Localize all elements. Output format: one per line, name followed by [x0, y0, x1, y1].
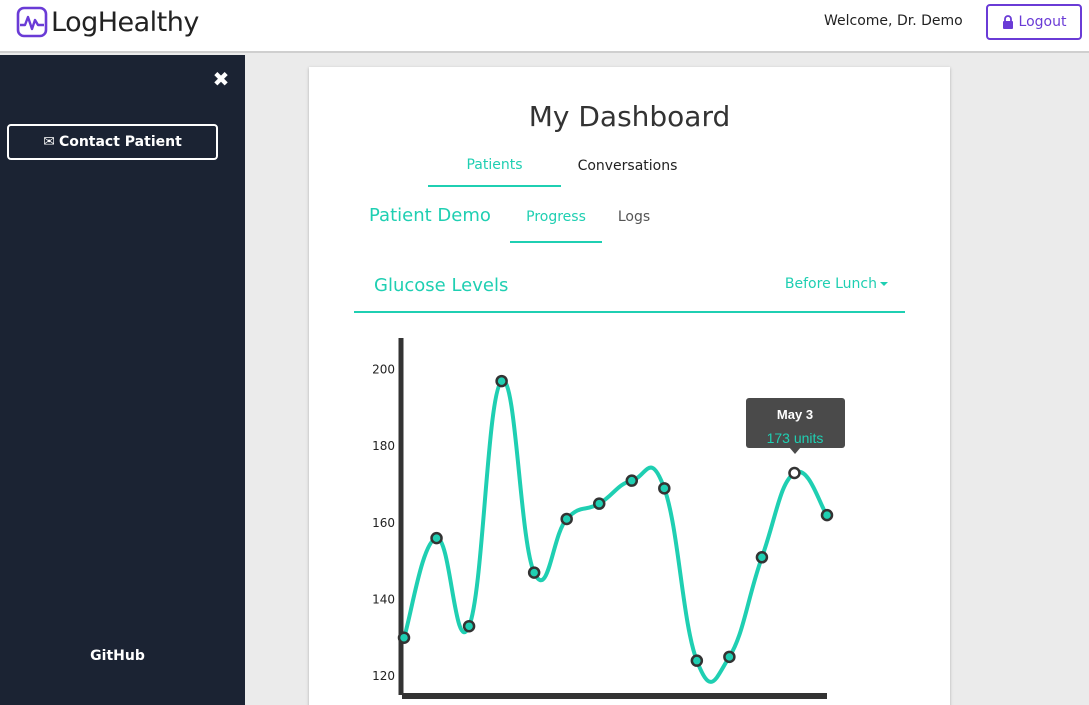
tooltip-date: May 3: [777, 407, 813, 422]
y-tick-label: 120: [372, 669, 395, 683]
tooltip-value: 173 units: [767, 430, 824, 446]
meal-filter-dropdown[interactable]: Before Lunch: [785, 276, 888, 292]
section-title: Glucose Levels: [374, 275, 509, 296]
y-tick-label: 200: [372, 363, 395, 377]
data-point[interactable]: [658, 482, 671, 495]
data-point[interactable]: [430, 531, 443, 545]
tab-logs[interactable]: Logs: [609, 207, 659, 225]
page-title: My Dashboard: [528, 100, 731, 133]
y-tick-label: 180: [372, 439, 395, 453]
data-point[interactable]: [397, 631, 411, 644]
y-tick-label: 140: [372, 592, 395, 606]
logout-label: Logout: [1018, 14, 1067, 30]
heartbeat-logo-icon: [16, 6, 48, 38]
data-point[interactable]: [527, 566, 541, 579]
data-point[interactable]: [592, 497, 606, 510]
logout-button[interactable]: Logout: [986, 4, 1082, 40]
welcome-text: Welcome, Dr. Demo: [824, 13, 963, 29]
glucose-chart: 120 140 160 180 200 May 3 173 units: [372, 338, 845, 699]
dashboard-card: My Dashboard Patients Conversations Pati…: [309, 67, 950, 705]
contact-patient-label: Contact Patient: [58, 134, 182, 150]
envelope-icon: ✉: [43, 134, 55, 150]
tab-patients[interactable]: Patients: [428, 155, 561, 187]
app-logo[interactable]: LogHealthy: [16, 6, 199, 38]
data-point[interactable]: [625, 474, 639, 487]
glucose-section-header: Glucose Levels Before Lunch: [354, 268, 905, 313]
sidebar: ✖ ✉ Contact Patient GitHub: [0, 55, 245, 705]
close-icon[interactable]: ✖: [211, 69, 231, 89]
app-name: LogHealthy: [51, 6, 199, 38]
y-tick-label: 160: [372, 516, 395, 530]
data-point[interactable]: [462, 619, 476, 633]
data-point[interactable]: [723, 650, 736, 664]
tab-progress[interactable]: Progress: [510, 207, 602, 243]
data-point[interactable]: [560, 512, 573, 526]
top-navbar: LogHealthy Welcome, Dr. Demo Logout: [0, 0, 1089, 53]
data-point[interactable]: [495, 374, 508, 388]
patient-name: Patient Demo: [369, 205, 491, 226]
data-point[interactable]: [755, 551, 769, 564]
lock-icon: [1002, 15, 1013, 29]
tab-conversations[interactable]: Conversations: [561, 155, 694, 174]
meal-filter-value: Before Lunch: [784, 276, 877, 292]
chart-tooltip: May 3 173 units: [746, 398, 845, 454]
contact-patient-button[interactable]: ✉ Contact Patient: [7, 124, 218, 160]
caret-down-icon: [880, 282, 888, 286]
github-link[interactable]: GitHub: [0, 648, 235, 664]
data-point[interactable]: [690, 654, 704, 667]
data-point[interactable]: [788, 466, 801, 480]
data-point[interactable]: [820, 508, 834, 522]
